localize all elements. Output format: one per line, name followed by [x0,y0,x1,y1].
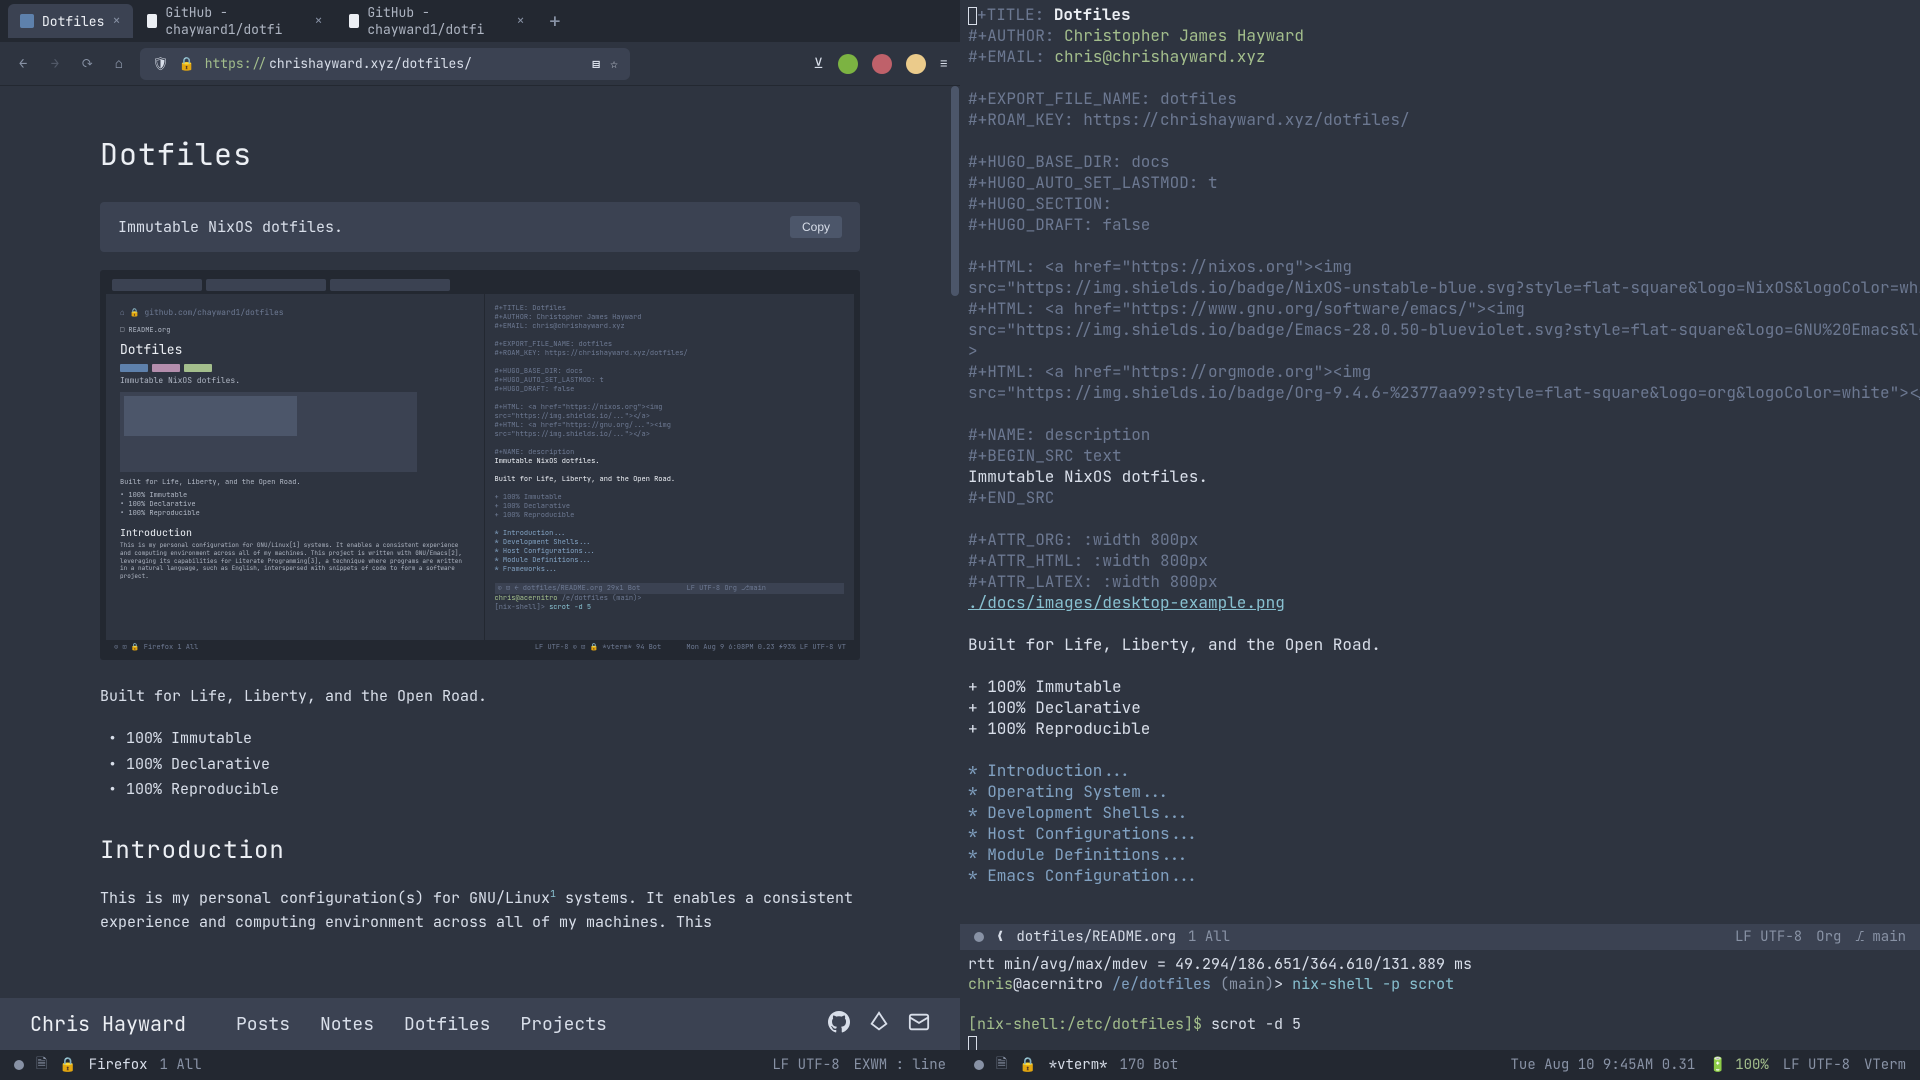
intro-heading: Introduction [100,835,860,866]
nav-posts[interactable]: Posts [236,1013,290,1036]
list-item: 100% Reproducible [126,777,860,803]
mode: EXWM : line [854,1056,946,1074]
battery-status: 🔋 100% [1709,1056,1768,1074]
nav-dotfiles[interactable]: Dotfiles [404,1013,490,1036]
github-icon[interactable] [828,1011,850,1038]
buffer-name: *vterm* [1049,1056,1108,1074]
site-nav: Chris Hayward Posts Notes Dotfiles Proje… [0,998,960,1050]
url-protocol: https:// [205,55,267,72]
tagline: Built for Life, Liberty, and the Open Ro… [100,686,860,706]
tab-label: Dotfiles [42,13,104,30]
favicon-icon [147,14,158,28]
prompt-line-2 [968,994,1912,1014]
clock: Tue Aug 10 9:45AM 0.31 [1511,1056,1696,1074]
rtt-line: rtt min/avg/max/mdev = 49.294/186.651/36… [968,954,1912,974]
buffer-path: dotfiles/README.org [1016,928,1176,946]
list-item: 100% Immutable [126,726,860,752]
buffer-pos: 1 All [160,1056,202,1074]
status-dot [974,932,984,942]
tab-github-1[interactable]: GitHub - chayward1/dotfi × [135,0,335,46]
nav-notes[interactable]: Notes [320,1013,374,1036]
menu-icon[interactable]: ≡ [940,55,948,73]
mail-icon[interactable] [908,1011,930,1038]
encoding: LF UTF-8 [772,1056,839,1074]
buffer-pos: 1 All [1188,928,1230,946]
close-icon[interactable]: × [112,12,120,30]
term-modeline: 🗎 🔒 *vterm* 170 Bot Tue Aug 10 9:45AM 0.… [960,1050,1920,1080]
status-dot [14,1060,24,1070]
close-icon[interactable]: × [314,12,322,30]
terminal[interactable]: rtt min/avg/max/mdev = 49.294/186.651/36… [960,950,1920,1050]
bookmark-icon[interactable]: ☆ [610,55,618,72]
back-button[interactable]: ← [12,53,34,75]
url-text: chrishayward.xyz/dotfiles/ [269,55,472,72]
intro-text: This is my personal configuration(s) for… [100,886,860,934]
site-brand[interactable]: Chris Hayward [30,1011,186,1037]
git-branch: ⎇ main [1855,928,1906,946]
modeline-left: 🗎 🔒 Firefox 1 All LF UTF-8 EXWM : line [0,1050,960,1080]
scrollbar[interactable] [951,86,959,296]
extension-icon[interactable] [838,54,858,74]
extension-icon[interactable] [872,54,892,74]
lock-icon: 🔒 [179,55,195,72]
home-button[interactable]: ⌂ [108,53,130,75]
list-item: 100% Declarative [126,752,860,778]
prompt-line-3: [nix-shell:/etc/dotfiles]$ scrot -d 5 [968,1014,1912,1034]
extension-icon[interactable] [906,54,926,74]
forward-button[interactable]: → [44,53,66,75]
reader-icon[interactable]: ▤ [592,55,600,72]
hero-image: ⌂ 🔒 github.com/chayward1/dotfiles □ READ… [100,270,860,660]
tab-dotfiles[interactable]: Dotfiles × [8,4,133,38]
file-icon: 🗎 [996,1053,1007,1077]
close-icon[interactable]: × [516,12,524,30]
url-bar[interactable]: 🛡 🔒 https://chrishayward.xyz/dotfiles/ ▤… [140,48,630,80]
editor-modeline: ❮ dotfiles/README.org 1 All LF UTF-8 Org… [960,924,1920,950]
reload-button[interactable]: ⟳ [76,53,98,75]
page-content: Dotfiles Immutable NixOS dotfiles. Copy … [0,86,960,998]
tab-label: GitHub - chayward1/dotfi [165,4,306,38]
favicon-icon [349,14,360,28]
prompt-line: chris@acernitro /e/dotfiles (main)> nix-… [968,974,1912,994]
mode: Org [1816,928,1841,946]
lock-icon: 🔒 [1019,1056,1036,1074]
browser-tabs: Dotfiles × GitHub - chayward1/dotfi × Gi… [0,0,960,42]
copy-button[interactable]: Copy [790,216,842,238]
shield-icon: 🛡 [152,55,169,72]
buffer-pos: 170 Bot [1120,1056,1179,1074]
description-text: Immutable NixOS dotfiles. [118,217,343,237]
mode: VTerm [1864,1056,1906,1074]
gitlab-icon[interactable] [868,1011,890,1038]
browser-toolbar: ← → ⟳ ⌂ 🛡 🔒 https://chrishayward.xyz/dot… [0,42,960,86]
status-dot [974,1060,984,1070]
nav-projects[interactable]: Projects [520,1013,606,1036]
encoding: LF UTF-8 [1783,1056,1850,1074]
pocket-icon[interactable]: ⊻ [813,55,823,73]
feature-list: 100% Immutable 100% Declarative 100% Rep… [100,726,860,803]
buffer-name: Firefox [89,1056,148,1074]
encoding: LF UTF-8 [1735,928,1802,946]
editor[interactable]: +TITLE: Dotfiles#+AUTHOR: Christopher Ja… [960,0,1920,924]
favicon-icon [20,14,34,28]
new-tab-button[interactable]: + [539,8,571,34]
tab-label: GitHub - chayward1/dotfi [367,4,508,38]
chevron-left-icon: ❮ [996,928,1004,946]
lock-icon: 🔒 [59,1056,76,1074]
file-icon: 🗎 [36,1053,47,1077]
page-title: Dotfiles [100,134,860,174]
description-block: Immutable NixOS dotfiles. Copy [100,202,860,252]
tab-github-2[interactable]: GitHub - chayward1/dotfi × [337,0,537,46]
